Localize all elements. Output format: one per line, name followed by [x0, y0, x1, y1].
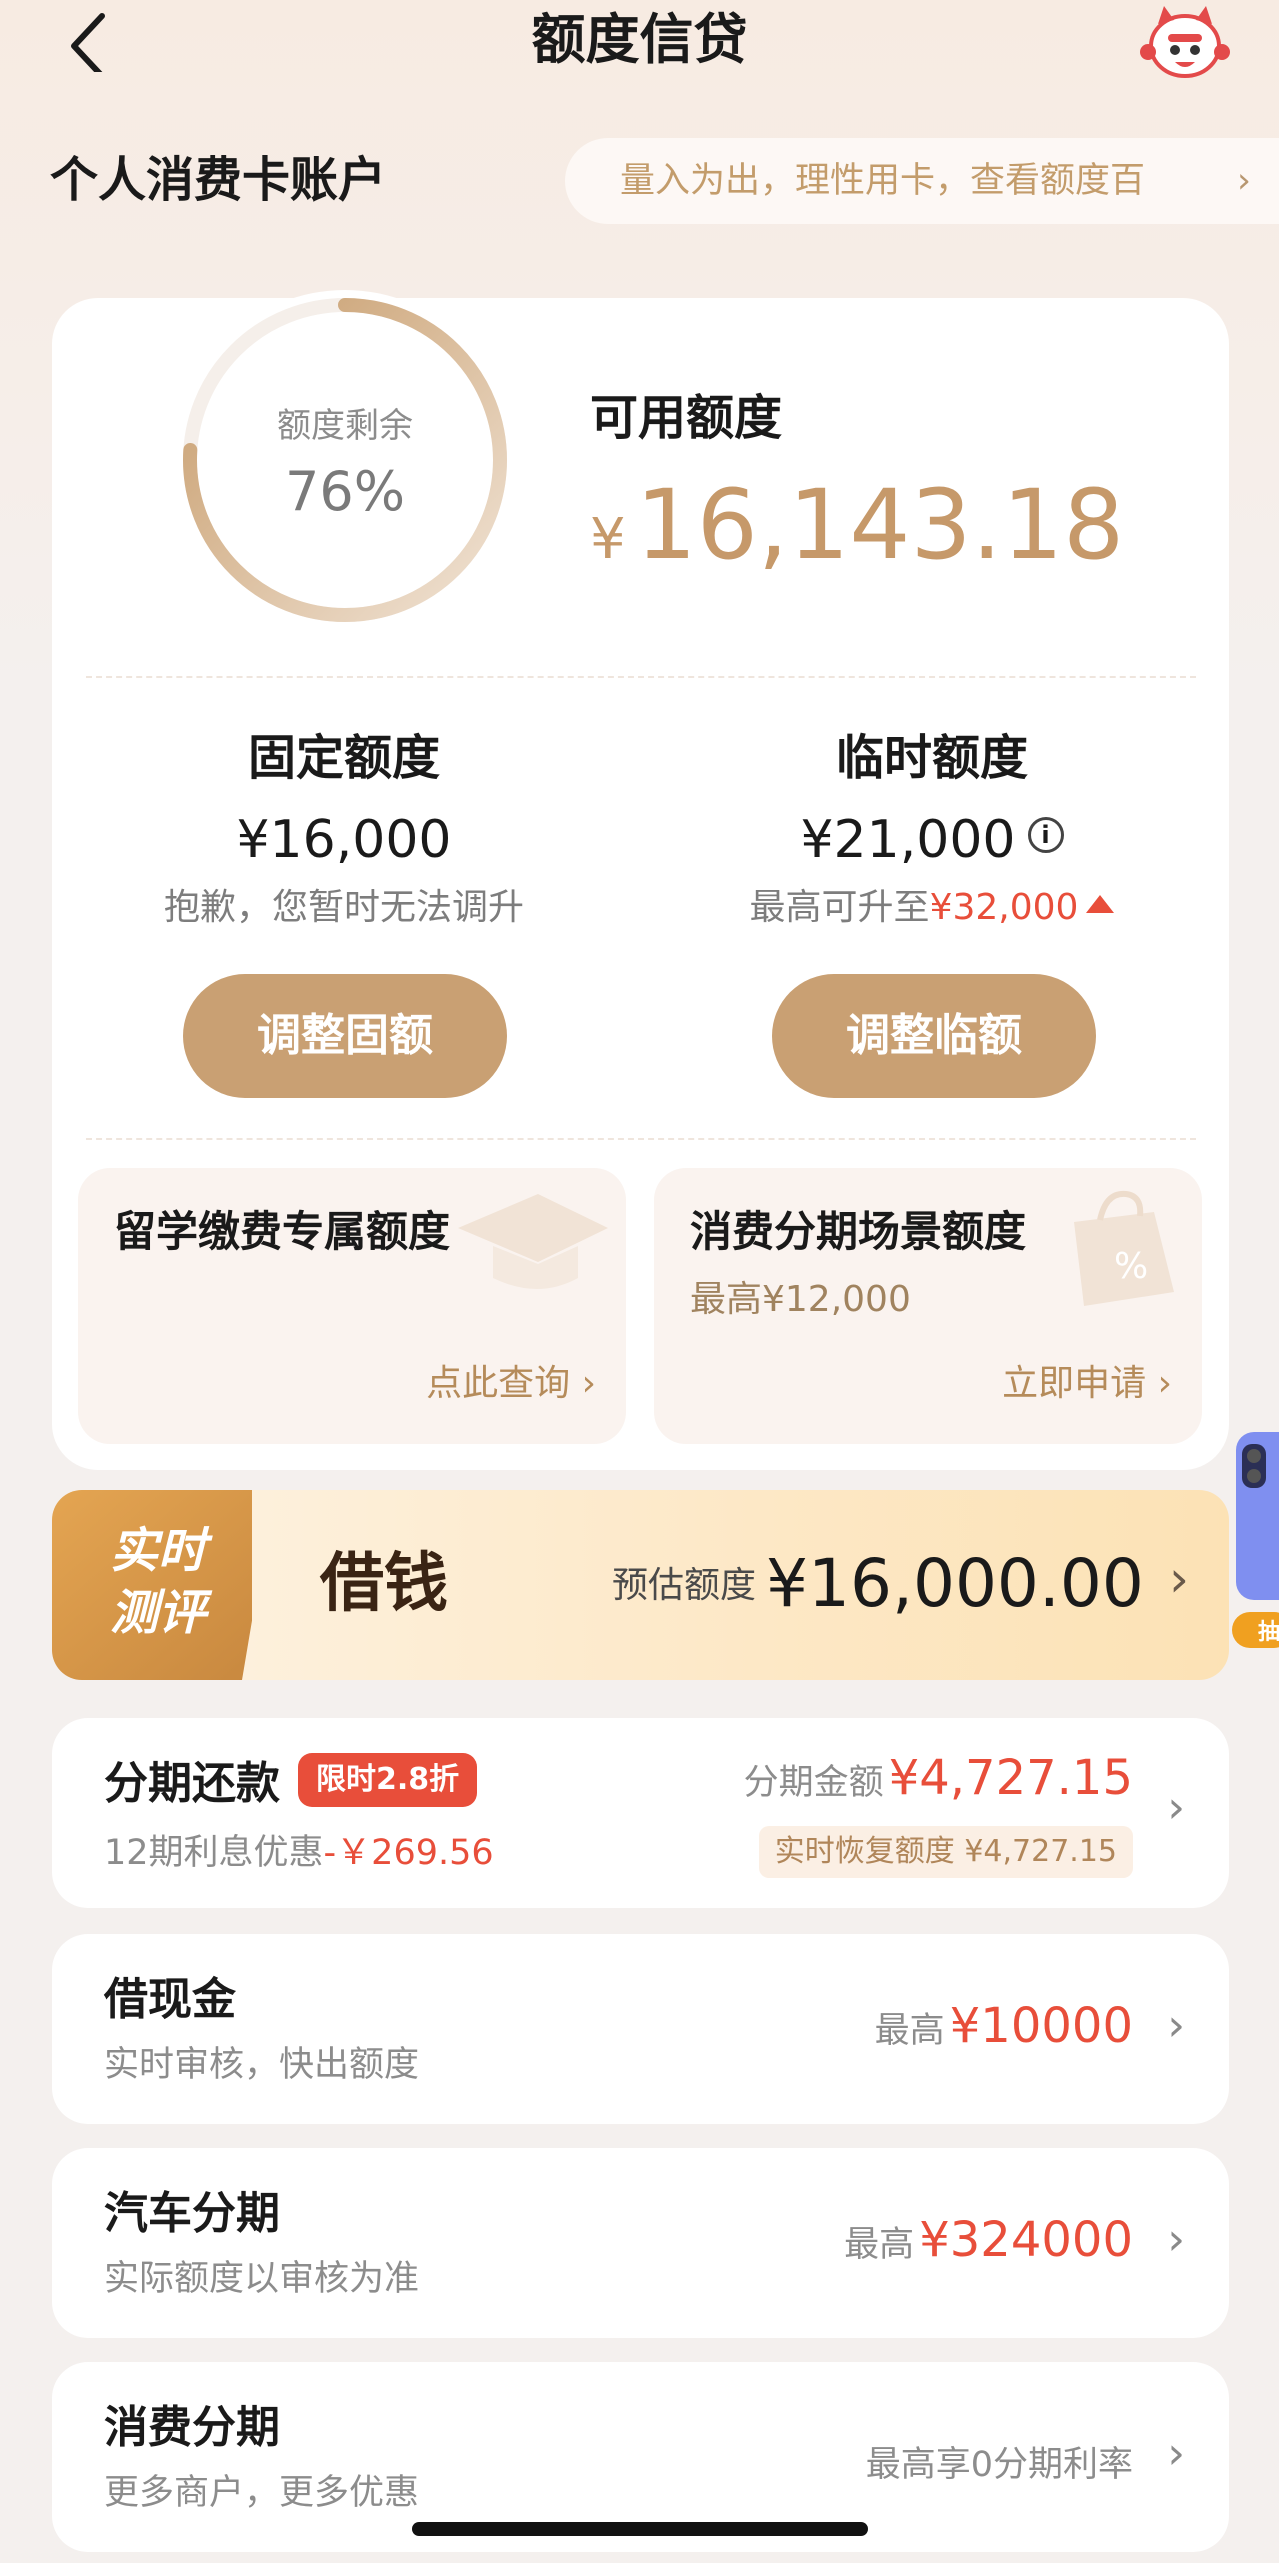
ring-percent: 76%	[284, 460, 406, 523]
car-amount-row: 最高 ¥324000	[844, 2212, 1133, 2268]
up-arrow-icon	[1086, 895, 1115, 913]
available-credit-label: 可用额度	[590, 390, 783, 446]
side-tab-label: 抽	[1258, 1620, 1279, 1645]
cash-sub: 实时审核，快出额度	[104, 2045, 420, 2085]
temp-note-prefix: 最高可升至	[749, 887, 930, 928]
repay-amount-row: 分期金额 ¥4,727.15	[744, 1750, 1133, 1806]
car-installment-item[interactable]: 汽车分期 实际额度以审核为准 最高 ¥324000 ›	[52, 2148, 1229, 2338]
repay-sub-row: 12期利息优惠-￥269.56	[104, 1830, 494, 1876]
study-abroad-card[interactable]: 留学缴费专属额度 点此查询 ›	[78, 1168, 626, 1444]
fixed-credit-amount: ¥16,000	[236, 810, 452, 870]
chevron-right-icon: ›	[1167, 2000, 1185, 2051]
graduation-cap-icon	[458, 1194, 608, 1289]
floating-lottery-tab[interactable]: 抽	[1232, 1430, 1279, 1660]
restore-row: 实时恢复额度 ¥4,727.15	[758, 1826, 1133, 1878]
info-icon[interactable]: i	[1027, 817, 1064, 853]
cash-label: 最高	[874, 2011, 945, 2051]
divider	[86, 676, 1196, 678]
divider	[86, 1138, 1196, 1140]
consume-sub: 更多商户，更多优惠	[104, 2473, 420, 2513]
study-card-title: 留学缴费专属额度	[114, 1207, 451, 1256]
temp-credit-section: 临时额度 ¥21,000 i 最高可升至¥32,000	[652, 728, 1212, 932]
cash-amount-row: 最高 ¥10000	[875, 1998, 1133, 2054]
consume-right-text: 最高享0分期利率	[865, 2445, 1133, 2485]
repay-title-row: 分期还款 限时2.8折	[104, 1753, 478, 1813]
loan-estimate-label: 预估额度	[612, 1565, 757, 1606]
repay-amount-label: 分期金额	[743, 1763, 884, 1803]
consume-title: 消费分期	[104, 2402, 280, 2453]
cash-amount: ¥10000	[949, 1998, 1133, 2054]
realtime-eval-text: 实时 测评	[109, 1523, 206, 1641]
temp-credit-title: 临时额度	[835, 730, 1028, 786]
adjust-fixed-button[interactable]: 调整固额	[183, 974, 507, 1098]
cash-loan-item[interactable]: 借现金 实时审核，快出额度 最高 ¥10000 ›	[52, 1934, 1229, 2124]
available-amount-value: 16,143.18	[635, 469, 1125, 581]
installment-repay-item[interactable]: 分期还款 限时2.8折 12期利息优惠-￥269.56 分期金额 ¥4,727.1…	[52, 1718, 1229, 1908]
shopping-bag-icon: %	[1074, 1190, 1174, 1306]
repay-title: 分期还款	[104, 1758, 280, 1809]
scene-card-note: 最高¥12,000	[690, 1279, 911, 1320]
temp-credit-amount: ¥21,000	[800, 810, 1016, 870]
car-title: 汽车分期	[104, 2188, 280, 2239]
scene-card-link[interactable]: 立即申请 ›	[1002, 1360, 1172, 1408]
chevron-right-icon: ›	[1237, 161, 1251, 201]
chevron-right-icon: ›	[1167, 2428, 1185, 2479]
adjust-temp-button[interactable]: 调整临额	[772, 974, 1096, 1098]
mascot-icon[interactable]	[1140, 2, 1230, 80]
car-sub: 实际额度以审核为准	[104, 2259, 420, 2299]
loan-title: 借钱	[320, 1546, 448, 1621]
chevron-right-icon: ›	[1169, 1550, 1189, 1608]
cash-title: 借现金	[104, 1974, 236, 2025]
chevron-right-icon: ›	[1167, 2214, 1185, 2265]
car-amount: ¥324000	[919, 2212, 1133, 2268]
chevron-right-icon: ›	[1167, 1782, 1185, 1833]
repay-amount: ¥4,727.15	[888, 1750, 1133, 1806]
restore-tag: 实时恢复额度 ¥4,727.15	[758, 1826, 1133, 1878]
account-title: 个人消费卡账户	[50, 152, 387, 208]
ring-label: 额度剩余	[277, 406, 413, 446]
fixed-credit-title: 固定额度	[247, 730, 440, 786]
tip-text: 量入为出，理性用卡，查看额度百	[620, 161, 1146, 201]
repay-sub: 12期利息优惠	[104, 1833, 324, 1873]
fixed-credit-note: 抱歉，您暂时无法调升	[163, 887, 524, 928]
scene-card-title: 消费分期场景额度	[690, 1207, 1027, 1256]
temp-max-amount: ¥32,000	[929, 887, 1079, 928]
nav-header: 额度信贷	[0, 0, 1279, 90]
installment-scene-card[interactable]: % 消费分期场景额度 最高¥12,000 立即申请 ›	[654, 1168, 1202, 1444]
home-indicator[interactable]	[412, 2522, 868, 2536]
study-card-link[interactable]: 点此查询 ›	[426, 1360, 596, 1408]
currency-symbol: ¥	[590, 507, 626, 572]
page-title: 额度信贷	[531, 8, 748, 71]
available-credit-amount: ¥16,143.18	[590, 470, 1124, 595]
fixed-credit-section: 固定额度 ¥16,000 抱歉，您暂时无法调升	[64, 728, 624, 932]
car-label: 最高	[844, 2225, 915, 2265]
promo-badge: 限时2.8折	[298, 1753, 478, 1807]
repay-discount: -￥269.56	[323, 1833, 494, 1873]
loan-estimate-amount: ¥16,000.00	[766, 1545, 1144, 1622]
tip-banner[interactable]: 量入为出，理性用卡，查看额度百 ›	[565, 138, 1279, 224]
svg-text:%: %	[1114, 1246, 1148, 1287]
loan-banner[interactable]: 实时 测评 借钱 预估额度 ¥16,000.00 ›	[52, 1490, 1229, 1680]
